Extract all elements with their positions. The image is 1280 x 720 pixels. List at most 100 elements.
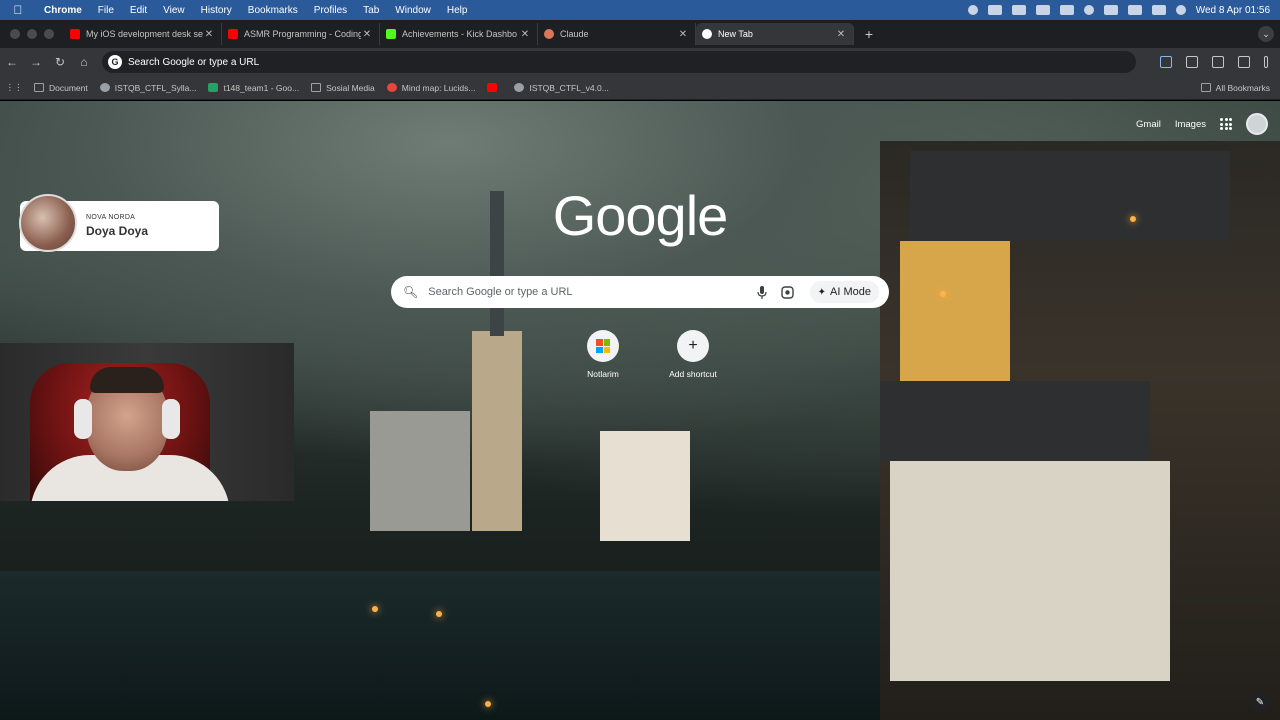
window-light	[940, 291, 946, 297]
omnibox[interactable]: G Search Google or type a URL	[102, 51, 1136, 73]
house-shape	[900, 241, 1010, 381]
status-display-icon[interactable]	[1011, 5, 1026, 15]
control-center-icon[interactable]	[1151, 5, 1166, 15]
name-card-texts: NOVA NORDA Doya Doya	[86, 214, 148, 238]
extensions-puzzle-icon[interactable]	[1186, 56, 1198, 68]
globe-icon	[99, 83, 110, 92]
siri-icon[interactable]	[1175, 5, 1186, 15]
chrome-icon	[702, 29, 712, 39]
forward-button[interactable]: →	[24, 55, 48, 69]
shortcut-label: Notlarim	[587, 369, 619, 379]
tab-2[interactable]: Achievements - Kick Dashbo ✕	[380, 23, 538, 45]
plus-icon: +	[688, 337, 698, 354]
webcam-overlay	[0, 343, 294, 501]
window-light	[1130, 216, 1136, 222]
bookmark-youtube[interactable]	[481, 83, 508, 92]
menu-window[interactable]: Window	[387, 5, 439, 16]
zoom-window-button[interactable]	[44, 29, 54, 39]
close-tab-icon[interactable]: ✕	[835, 29, 847, 40]
shortcut-circle	[587, 330, 619, 362]
reading-list-icon[interactable]	[1212, 56, 1224, 68]
apps-grid-icon[interactable]: ⋮⋮	[0, 82, 28, 93]
lake-light	[436, 611, 442, 617]
more-menu-icon[interactable]	[1264, 56, 1268, 68]
tab-search-dropdown-icon[interactable]: ⌄	[1258, 26, 1274, 42]
youtube-icon	[487, 83, 498, 92]
wifi-icon[interactable]	[1103, 5, 1118, 15]
customize-chrome-icon[interactable]	[1238, 56, 1250, 68]
minimize-window-button[interactable]	[27, 29, 37, 39]
google-search-box[interactable]: 🔍︎ ✦ AI Mode	[391, 276, 889, 308]
all-bookmarks-label: All Bookmarks	[1215, 82, 1270, 93]
menu-help[interactable]: Help	[439, 5, 476, 16]
all-bookmarks-button[interactable]: All Bookmarks	[1195, 83, 1280, 93]
reload-button[interactable]: ↻	[48, 55, 72, 69]
bookmark-istqb-syllabus[interactable]: ISTQB_CTFL_Sylla...	[94, 83, 203, 93]
status-play-icon[interactable]	[1083, 5, 1094, 15]
images-link[interactable]: Images	[1175, 119, 1206, 130]
menu-bookmarks[interactable]: Bookmarks	[240, 5, 306, 16]
tab-4-active[interactable]: New Tab ✕	[696, 23, 854, 45]
window-controls	[0, 29, 64, 39]
bookmark-sheets-team[interactable]: t148_team1 - Goo...	[202, 83, 305, 93]
google-apps-icon[interactable]	[1220, 118, 1232, 130]
back-button[interactable]: ←	[0, 55, 24, 69]
status-pen-icon[interactable]	[987, 5, 1002, 15]
battery-icon[interactable]	[1127, 5, 1142, 15]
close-tab-icon[interactable]: ✕	[519, 29, 531, 40]
browser-toolbar: ← → ↻ ⌂ G Search Google or type a URL	[0, 48, 1280, 76]
google-sheets-icon	[208, 83, 219, 92]
account-avatar[interactable]	[1246, 113, 1268, 135]
bookmark-label: ISTQB_CTFL_Sylla...	[114, 82, 197, 93]
search-input[interactable]	[428, 286, 744, 298]
new-tab-button[interactable]: +	[858, 26, 880, 42]
close-tab-icon[interactable]: ✕	[677, 29, 689, 40]
church-spire	[490, 191, 504, 336]
tab-label: ASMR Programming - Coding	[244, 29, 361, 39]
house-shape	[370, 411, 470, 531]
status-camera-icon[interactable]	[1059, 5, 1074, 15]
microphone-icon[interactable]	[754, 284, 770, 300]
close-tab-icon[interactable]: ✕	[203, 29, 215, 40]
google-lens-icon[interactable]	[780, 284, 796, 300]
menu-view[interactable]: View	[155, 5, 193, 16]
bookmark-label: Document	[49, 82, 88, 93]
menubar-clock[interactable]: Wed 8 Apr 01:56	[1196, 5, 1270, 16]
menu-file[interactable]: File	[90, 5, 122, 16]
status-keyboard-icon[interactable]	[1035, 5, 1050, 15]
tab-label: Claude	[560, 29, 589, 39]
tab-0[interactable]: My iOS development desk se ✕	[64, 23, 222, 45]
new-tab-page: Gmail Images Google 🔍︎ ✦ AI Mode Notl	[0, 101, 1280, 720]
home-button[interactable]: ⌂	[72, 55, 96, 69]
status-dot-icon[interactable]	[967, 5, 978, 15]
youtube-icon	[70, 29, 80, 39]
shortcut-notlarim[interactable]: Notlarim	[573, 330, 633, 379]
google-top-links: Gmail Images	[1136, 113, 1268, 135]
gmail-link[interactable]: Gmail	[1136, 119, 1161, 130]
menu-app-chrome[interactable]: Chrome	[36, 5, 90, 16]
bookmark-label: ISTQB_CTFL_v4.0...	[529, 82, 609, 93]
streamer-avatar	[19, 194, 77, 252]
translate-extension-icon[interactable]	[1160, 56, 1172, 68]
close-tab-icon[interactable]: ✕	[361, 29, 373, 40]
house-shape	[890, 461, 1170, 681]
shortcut-add[interactable]: + Add shortcut	[663, 330, 723, 379]
ai-mode-button[interactable]: ✦ AI Mode	[809, 281, 879, 303]
tab-1[interactable]: ASMR Programming - Coding ✕	[222, 23, 380, 45]
customize-pencil-icon[interactable]: ✎	[1250, 692, 1270, 712]
shortcut-tiles: Notlarim + Add shortcut	[573, 330, 723, 379]
bookmark-folder-sosial-media[interactable]: Sosial Media	[305, 83, 381, 93]
tab-3[interactable]: Claude ✕	[538, 23, 696, 45]
menu-edit[interactable]: Edit	[122, 5, 155, 16]
bookmark-folder-document[interactable]: Document	[28, 83, 94, 93]
menu-history[interactable]: History	[193, 5, 240, 16]
menu-profiles[interactable]: Profiles	[306, 5, 355, 16]
bookmark-label: Mind map: Lucids...	[401, 82, 476, 93]
bookmark-istqb-v4[interactable]: ISTQB_CTFL_v4.0...	[508, 83, 614, 93]
bookmark-lucid-mindmap[interactable]: Mind map: Lucids...	[381, 83, 482, 93]
streamer-name: Doya Doya	[86, 224, 149, 238]
close-window-button[interactable]	[10, 29, 20, 39]
menu-tab[interactable]: Tab	[355, 5, 387, 16]
apple-icon[interactable]: 	[0, 3, 36, 17]
claude-icon	[544, 29, 554, 39]
